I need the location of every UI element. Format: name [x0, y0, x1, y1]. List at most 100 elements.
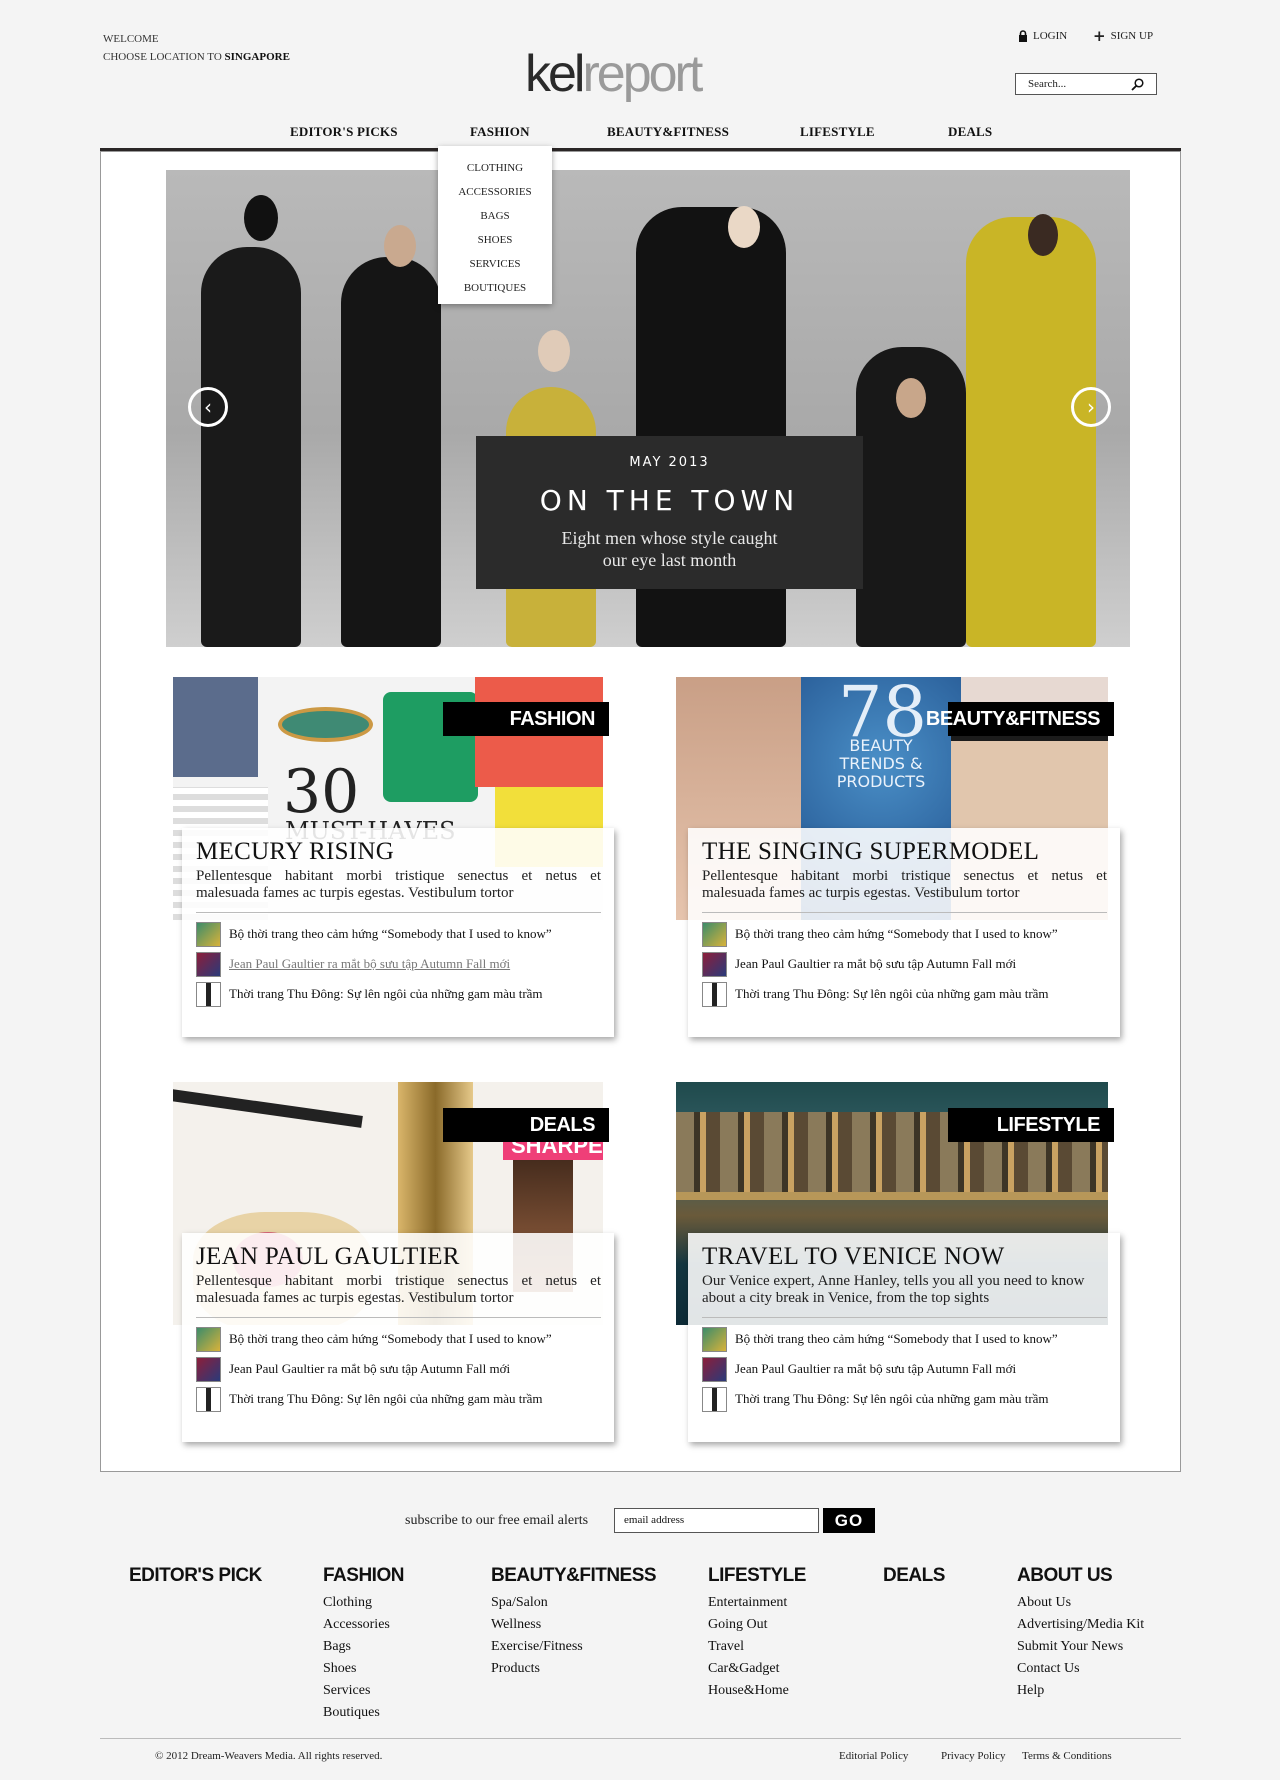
thumbnail	[196, 951, 221, 977]
footer-link[interactable]: Car&Gadget	[708, 1658, 789, 1680]
footer-link[interactable]: Travel	[708, 1636, 789, 1658]
hero-date: MAY 2013	[629, 455, 710, 470]
search-icon[interactable]	[1131, 77, 1144, 91]
list-item[interactable]: Thời trang Thu Đông: Sự lên ngôi của nhữ…	[196, 979, 601, 1009]
footer-link[interactable]: Accessories	[323, 1614, 390, 1636]
footer-beauty-links: Spa/Salon Wellness Exercise/Fitness Prod…	[491, 1592, 583, 1680]
card-beauty-panel: THE SINGING SUPERMODEL Pellentesque habi…	[688, 828, 1120, 1037]
site-logo[interactable]: kelreport	[525, 44, 703, 104]
footer-editorial-policy-link[interactable]: Editorial Policy	[839, 1750, 908, 1762]
footer-link[interactable]: Spa/Salon	[491, 1592, 583, 1614]
footer-link[interactable]: Going Out	[708, 1614, 789, 1636]
list-item[interactable]: Jean Paul Gaultier ra mắt bộ sưu tập Aut…	[196, 1354, 601, 1384]
card-lifestyle-tag[interactable]: LIFESTYLE	[948, 1108, 1114, 1142]
search-box[interactable]: Search...	[1015, 73, 1157, 95]
list-item[interactable]: Jean Paul Gaultier ra mắt bộ sưu tập Aut…	[702, 1354, 1107, 1384]
footer-link[interactable]: Shoes	[323, 1658, 390, 1680]
dropdown-item-shoes[interactable]: SHOES	[438, 228, 552, 252]
card-lifestyle-panel: TRAVEL TO VENICE NOW Our Venice expert, …	[688, 1233, 1120, 1442]
thumbnail	[702, 921, 727, 947]
location-chooser[interactable]: CHOOSE LOCATION TO SINGAPORE	[103, 48, 290, 66]
welcome-block: WELCOME CHOOSE LOCATION TO SINGAPORE	[103, 30, 290, 66]
footer-link[interactable]: Advertising/Media Kit	[1017, 1614, 1144, 1636]
list-item[interactable]: Bộ thời trang theo cảm hứng “Somebody th…	[196, 1324, 601, 1354]
subscribe-label: subscribe to our free email alerts	[405, 1513, 589, 1528]
list-item[interactable]: Thời trang Thu Đông: Sự lên ngôi của nhữ…	[702, 1384, 1107, 1414]
card-beauty-tag[interactable]: BEAUTY&FITNESS	[926, 702, 1114, 736]
footer-terms-link[interactable]: Terms & Conditions	[1022, 1750, 1112, 1762]
card-fashion-desc: Pellentesque habitant morbi tristique se…	[196, 868, 601, 901]
footer-link[interactable]: Exercise/Fitness	[491, 1636, 583, 1658]
thumbnail	[702, 1326, 727, 1352]
footer-link[interactable]: Products	[491, 1658, 583, 1680]
nav-lifestyle[interactable]: LIFESTYLE	[800, 124, 875, 140]
hero-title: ON THE TOWN	[539, 484, 800, 517]
footer-heading-about-us[interactable]: ABOUT US	[1017, 1565, 1113, 1587]
thumbnail	[702, 981, 727, 1007]
nav-beauty-fitness[interactable]: BEAUTY&FITNESS	[607, 124, 729, 140]
footer-heading-editors-pick[interactable]: EDITOR'S PICK	[129, 1565, 262, 1587]
hero-next-arrow-icon[interactable]: ›	[1071, 387, 1111, 427]
copyright: © 2012 Dream-Weavers Media. All rights r…	[155, 1750, 383, 1762]
footer-link[interactable]: Submit Your News	[1017, 1636, 1144, 1658]
hero-prev-arrow-icon[interactable]: ‹	[188, 387, 228, 427]
login-link[interactable]: LOGIN	[1018, 30, 1067, 42]
dropdown-item-services[interactable]: SERVICES	[438, 252, 552, 276]
footer-link[interactable]: Clothing	[323, 1592, 390, 1614]
footer-fashion-links: Clothing Accessories Bags Shoes Services…	[323, 1592, 390, 1724]
footer-link[interactable]: Contact Us	[1017, 1658, 1144, 1680]
nav-fashion[interactable]: FASHION	[470, 124, 530, 140]
list-item[interactable]: Jean Paul Gaultier ra mắt bộ sưu tập Aut…	[702, 949, 1107, 979]
subscribe-go-button[interactable]: GO	[823, 1508, 875, 1533]
thumbnail	[196, 1356, 221, 1382]
nav-deals[interactable]: DEALS	[948, 124, 992, 140]
footer-heading-deals[interactable]: DEALS	[883, 1565, 945, 1587]
divider	[702, 1317, 1107, 1318]
fashion-dropdown-menu: CLOTHING ACCESSORIES BAGS SHOES SERVICES…	[438, 146, 552, 304]
list-item[interactable]: Thời trang Thu Đông: Sự lên ngôi của nhữ…	[702, 979, 1107, 1009]
search-input[interactable]: Search...	[1028, 78, 1066, 90]
footer-privacy-policy-link[interactable]: Privacy Policy	[941, 1750, 1005, 1762]
divider	[196, 912, 601, 913]
thumbnail	[196, 1326, 221, 1352]
card-deals-panel: JEAN PAUL GAULTIER Pellentesque habitant…	[182, 1233, 614, 1442]
footer-heading-lifestyle[interactable]: LIFESTYLE	[708, 1565, 806, 1587]
dropdown-item-clothing[interactable]: CLOTHING	[438, 156, 552, 180]
list-item[interactable]: Bộ thời trang theo cảm hứng “Somebody th…	[702, 1324, 1107, 1354]
list-item[interactable]: Jean Paul Gaultier ra mắt bộ sưu tập Aut…	[196, 949, 601, 979]
hero-caption[interactable]: MAY 2013 ON THE TOWN Eight men whose sty…	[476, 436, 863, 589]
footer-lifestyle-links: Entertainment Going Out Travel Car&Gadge…	[708, 1592, 789, 1702]
plus-icon: +	[1093, 26, 1106, 45]
location-value[interactable]: SINGAPORE	[225, 51, 290, 63]
nav-editors-picks[interactable]: EDITOR'S PICKS	[290, 124, 398, 140]
list-item[interactable]: Bộ thời trang theo cảm hứng “Somebody th…	[196, 919, 601, 949]
card-fashion-title[interactable]: MECURY RISING	[196, 838, 601, 866]
thumbnail	[196, 981, 221, 1007]
footer-link[interactable]: Bags	[323, 1636, 390, 1658]
footer-link[interactable]: Services	[323, 1680, 390, 1702]
thumbnail	[196, 1386, 221, 1412]
card-fashion-tag[interactable]: FASHION	[443, 702, 609, 736]
dropdown-item-boutiques[interactable]: BOUTIQUES	[438, 276, 552, 300]
footer-link[interactable]: Help	[1017, 1680, 1144, 1702]
welcome-text: WELCOME	[103, 33, 159, 45]
list-item[interactable]: Bộ thời trang theo cảm hứng “Somebody th…	[702, 919, 1107, 949]
footer-link[interactable]: Boutiques	[323, 1702, 390, 1724]
footer-link[interactable]: Wellness	[491, 1614, 583, 1636]
email-input[interactable]: email address	[614, 1508, 819, 1533]
card-deals-tag[interactable]: DEALS	[443, 1108, 609, 1142]
footer-link[interactable]: House&Home	[708, 1680, 789, 1702]
card-beauty-desc: Pellentesque habitant morbi tristique se…	[702, 868, 1107, 901]
card-lifestyle-title[interactable]: TRAVEL TO VENICE NOW	[702, 1243, 1107, 1271]
footer-link[interactable]: Entertainment	[708, 1592, 789, 1614]
footer-heading-beauty-fitness[interactable]: BEAUTY&FITNESS	[491, 1565, 657, 1587]
footer-heading-fashion[interactable]: FASHION	[323, 1565, 404, 1587]
thumbnail	[702, 1356, 727, 1382]
dropdown-item-bags[interactable]: BAGS	[438, 204, 552, 228]
signup-link[interactable]: + SIGN UP	[1093, 26, 1153, 45]
dropdown-item-accessories[interactable]: ACCESSORIES	[438, 180, 552, 204]
card-beauty-title[interactable]: THE SINGING SUPERMODEL	[702, 838, 1107, 866]
list-item[interactable]: Thời trang Thu Đông: Sự lên ngôi của nhữ…	[196, 1384, 601, 1414]
footer-link[interactable]: About Us	[1017, 1592, 1144, 1614]
card-deals-title[interactable]: JEAN PAUL GAULTIER	[196, 1243, 601, 1271]
